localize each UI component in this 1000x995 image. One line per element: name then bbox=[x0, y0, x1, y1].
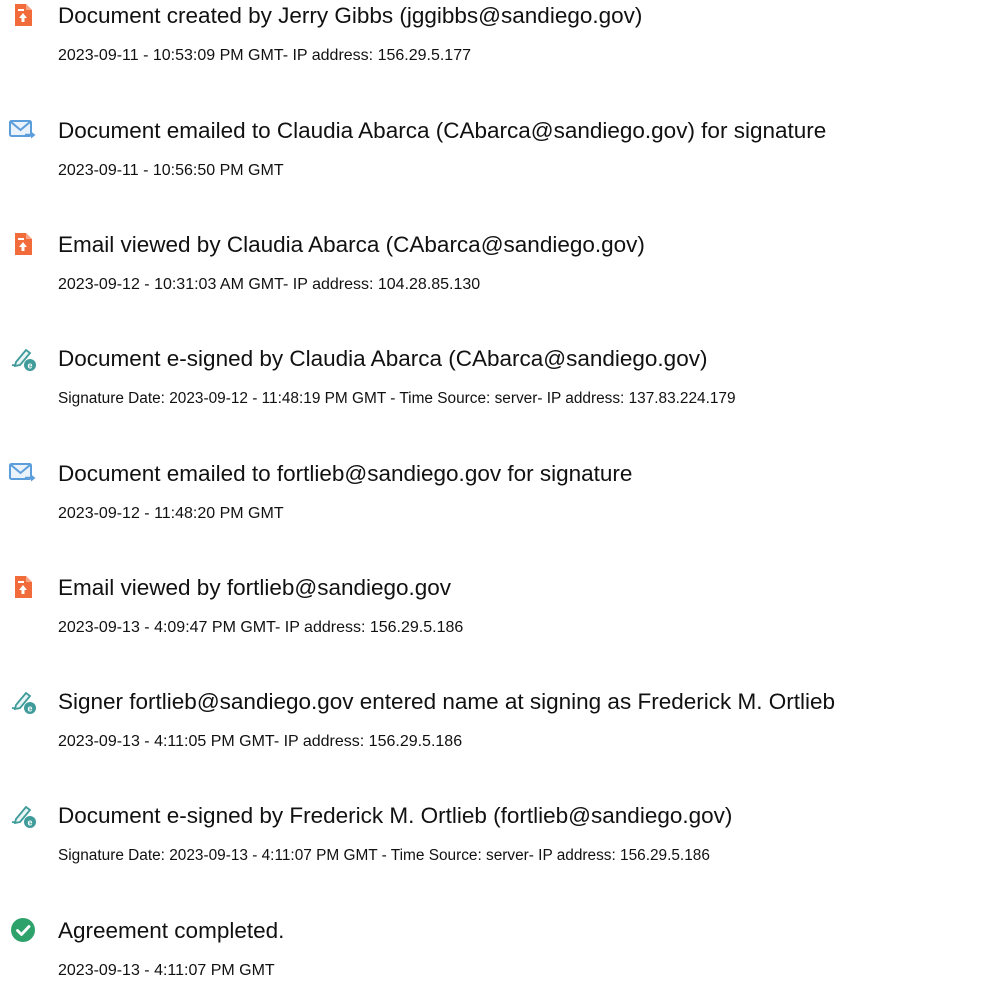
audit-event: Document emailed to fortlieb@sandiego.go… bbox=[0, 458, 1000, 538]
audit-event: Agreement completed. 2023-09-13 - 4:11:0… bbox=[0, 915, 1000, 995]
event-title: Agreement completed. bbox=[58, 918, 285, 943]
event-detail: 2023-09-13 - 4:11:05 PM GMT- IP address:… bbox=[58, 733, 463, 750]
audit-event: Document created by Jerry Gibbs (jggibbs… bbox=[0, 0, 1000, 80]
email-icon bbox=[8, 115, 38, 145]
document-icon bbox=[8, 572, 38, 602]
event-title: Document created by Jerry Gibbs (jggibbs… bbox=[58, 3, 643, 28]
event-title: Document emailed to fortlieb@sandiego.go… bbox=[58, 461, 633, 486]
event-detail: 2023-09-11 - 10:56:50 PM GMT bbox=[58, 162, 284, 179]
event-detail: 2023-09-13 - 4:09:47 PM GMT- IP address:… bbox=[58, 619, 464, 636]
event-title: Email viewed by Claudia Abarca (CAbarca@… bbox=[58, 232, 645, 257]
audit-event: Email viewed by fortlieb@sandiego.gov 20… bbox=[0, 572, 1000, 652]
audit-event: Email viewed by Claudia Abarca (CAbarca@… bbox=[0, 229, 1000, 309]
event-title: Signer fortlieb@sandiego.gov entered nam… bbox=[58, 689, 835, 714]
event-detail: Signature Date: 2023-09-13 - 4:11:07 PM … bbox=[58, 847, 710, 864]
event-detail: 2023-09-13 - 4:11:07 PM GMT bbox=[58, 962, 275, 979]
svg-text:e: e bbox=[27, 703, 32, 713]
checkmark-circle-icon bbox=[8, 915, 38, 945]
event-title: Document emailed to Claudia Abarca (CAba… bbox=[58, 118, 827, 143]
event-detail: 2023-09-11 - 10:53:09 PM GMT- IP address… bbox=[58, 47, 471, 64]
email-icon bbox=[8, 458, 38, 488]
event-title: Document e-signed by Claudia Abarca (CAb… bbox=[58, 346, 708, 371]
document-icon bbox=[8, 229, 38, 259]
svg-text:e: e bbox=[27, 360, 32, 370]
event-detail: 2023-09-12 - 10:31:03 AM GMT- IP address… bbox=[58, 276, 481, 293]
event-title: Document e-signed by Frederick M. Ortlie… bbox=[58, 803, 733, 828]
audit-event: e Document e-signed by Frederick M. Ortl… bbox=[0, 800, 1000, 880]
esign-icon: e bbox=[8, 800, 38, 830]
audit-event: Document emailed to Claudia Abarca (CAba… bbox=[0, 115, 1000, 195]
event-detail: Signature Date: 2023-09-12 - 11:48:19 PM… bbox=[58, 390, 736, 407]
event-detail: 2023-09-12 - 11:48:20 PM GMT bbox=[58, 505, 284, 522]
event-title: Email viewed by fortlieb@sandiego.gov bbox=[58, 575, 452, 600]
audit-event: e Document e-signed by Claudia Abarca (C… bbox=[0, 343, 1000, 423]
document-icon bbox=[8, 0, 38, 30]
esign-icon: e bbox=[8, 343, 38, 373]
audit-event: e Signer fortlieb@sandiego.gov entered n… bbox=[0, 686, 1000, 766]
svg-text:e: e bbox=[27, 817, 32, 827]
esign-icon: e bbox=[8, 686, 38, 716]
